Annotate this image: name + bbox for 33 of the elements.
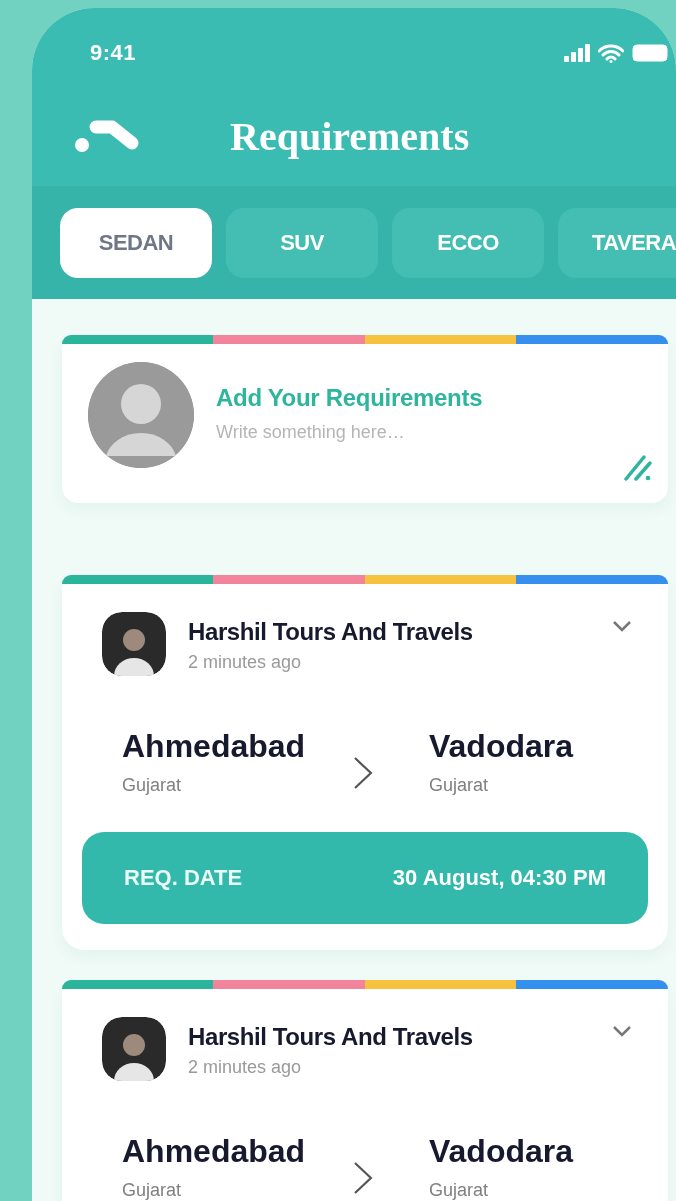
category-tab[interactable]: SUV: [226, 208, 378, 278]
chevron-right-icon: [353, 1161, 373, 1195]
destination-city: Vadodara: [428, 1133, 575, 1170]
battery-icon: [632, 44, 668, 62]
category-tab[interactable]: ECCO: [392, 208, 544, 278]
chevron-down-icon[interactable]: [612, 620, 632, 632]
signal-icon: [564, 44, 590, 62]
chevron-right-icon: [353, 756, 373, 790]
posted-time: 2 minutes ago: [188, 652, 303, 673]
date-value: 30 August, 04:30 PM: [392, 865, 606, 891]
chevron-down-icon[interactable]: [612, 1025, 632, 1037]
company-name: Harshil Tours And Travels: [188, 1023, 473, 1051]
origin-state: Gujarat: [122, 1180, 183, 1201]
avatar-icon: [88, 362, 194, 468]
company-name: Harshil Tours And Travels: [188, 618, 473, 646]
category-tab[interactable]: SEDAN: [60, 208, 212, 278]
origin-city: Ahmedabad: [122, 1133, 307, 1170]
origin-city: Ahmedabad: [122, 728, 307, 765]
destination-state: Gujarat: [428, 1180, 489, 1201]
destination-city: Vadodara: [428, 728, 575, 765]
avatar-icon: [102, 612, 166, 676]
category-tab[interactable]: TAVERA: [558, 208, 676, 278]
composer-title: Add Your Requirements: [216, 384, 483, 412]
avatar-icon: [102, 1017, 166, 1081]
posted-time: 2 minutes ago: [188, 1057, 303, 1078]
destination-state: Gujarat: [428, 775, 489, 796]
requirement-input[interactable]: Write something here…: [216, 422, 483, 443]
status-time: 9:41: [90, 40, 137, 66]
date-label: REQ. DATE: [124, 865, 243, 891]
origin-state: Gujarat: [122, 775, 183, 796]
wifi-icon: [598, 43, 624, 63]
pen-icon[interactable]: [624, 453, 652, 481]
screen-title: Requirements: [230, 112, 470, 160]
